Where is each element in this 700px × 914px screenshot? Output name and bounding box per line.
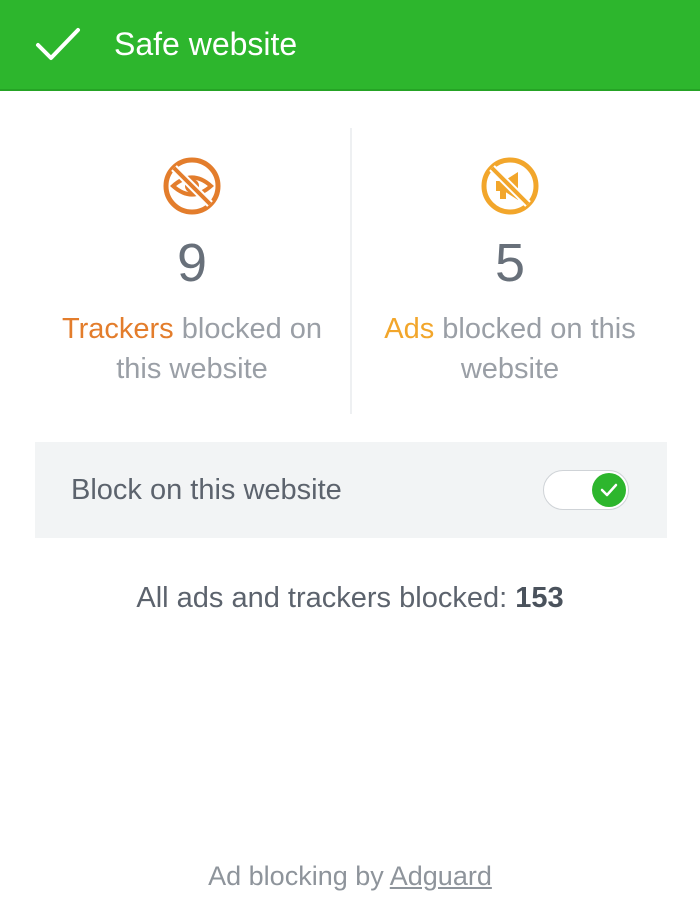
block-toggle-row[interactable]: Block on this website <box>35 442 667 538</box>
trackers-stat: 9 Trackers blocked on this website <box>42 128 342 389</box>
footer-prefix: Ad blocking by <box>208 861 390 891</box>
ads-label-rest: blocked on this website <box>434 313 636 385</box>
trackers-description: Trackers blocked on this website <box>42 309 342 389</box>
ads-count: 5 <box>494 233 526 293</box>
footer: Ad blocking by Adguard <box>0 856 700 896</box>
total-blocked-summary: All ads and trackers blocked: 153 <box>0 578 700 618</box>
check-icon <box>600 483 618 497</box>
ads-description: Ads blocked on this website <box>360 309 660 389</box>
trackers-label: Trackers <box>61 313 174 345</box>
check-icon <box>36 28 80 60</box>
ads-stat: 5 Ads blocked on this website <box>360 128 660 389</box>
adguard-link[interactable]: Adguard <box>390 861 492 891</box>
status-title: Safe website <box>114 26 298 62</box>
status-header: Safe website <box>0 0 700 91</box>
crossed-megaphone-icon <box>481 157 539 215</box>
stats-panel: 9 Trackers blocked on this website 5 Ads… <box>0 128 700 414</box>
block-toggle-switch[interactable] <box>543 470 629 510</box>
trackers-count: 9 <box>176 233 208 293</box>
crossed-eye-icon <box>163 157 221 215</box>
total-blocked-label: All ads and trackers blocked: <box>136 582 516 614</box>
block-toggle-label: Block on this website <box>71 474 342 506</box>
ads-label: Ads <box>384 313 435 345</box>
total-blocked-count: 153 <box>515 582 564 614</box>
toggle-knob[interactable] <box>592 473 626 507</box>
stats-divider <box>350 128 352 414</box>
